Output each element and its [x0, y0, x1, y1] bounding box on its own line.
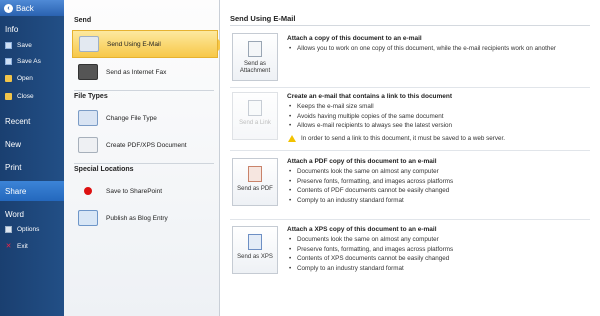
- email-icon: [79, 36, 99, 52]
- nav-save[interactable]: Save: [0, 38, 64, 52]
- pdf-bullet: Comply to an industry standard format: [287, 196, 587, 206]
- file-types-heading: File Types: [74, 93, 108, 100]
- divider: [74, 90, 214, 91]
- file-type-icon: [78, 110, 98, 126]
- nav-share-label: Share: [5, 186, 27, 196]
- save-as-icon: [5, 57, 12, 65]
- xps-heading: Attach a XPS copy of this document to an…: [287, 226, 437, 233]
- nav-open-label: Open: [17, 74, 33, 82]
- send-as-pdf-label: Send as PDF: [237, 186, 273, 192]
- change-file-type-item[interactable]: Change File Type: [72, 104, 218, 132]
- options-icon: [5, 225, 12, 233]
- nav-options[interactable]: Options: [0, 222, 64, 236]
- create-pdf-xps-item[interactable]: Create PDF/XPS Document: [72, 131, 218, 159]
- nav-exit[interactable]: ✕ Exit: [0, 239, 64, 253]
- nav-save-as-label: Save As: [17, 57, 41, 65]
- send-using-email-label: Send Using E-Mail: [107, 40, 161, 48]
- nav-share[interactable]: Share: [0, 181, 64, 201]
- divider: [230, 87, 590, 88]
- warning-icon: [288, 134, 296, 142]
- nav-info-label: Info: [5, 24, 19, 34]
- nav-word-label: Word: [5, 209, 24, 219]
- xps-description: Attach a XPS copy of this document to an…: [287, 226, 587, 273]
- nav-recent-label: Recent: [5, 116, 31, 126]
- link-bullet: Avoids having multiple copies of the sam…: [287, 112, 587, 122]
- send-as-attachment-label: Send as Attachment: [239, 61, 271, 75]
- change-file-type-label: Change File Type: [106, 114, 157, 122]
- save-to-sharepoint-label: Save to SharePoint: [106, 187, 163, 195]
- link-description: Create an e-mail that contains a link to…: [287, 93, 587, 142]
- nav-new-label: New: [5, 139, 22, 149]
- send-using-email-item[interactable]: Send Using E-Mail: [72, 30, 224, 58]
- pdf-xps-icon: [78, 137, 98, 153]
- back-label: Back: [16, 3, 34, 13]
- divider: [230, 150, 590, 151]
- send-heading: Send: [74, 17, 92, 24]
- nav-word[interactable]: Word: [0, 205, 64, 223]
- pdf-description: Attach a PDF copy of this document to an…: [287, 158, 587, 205]
- send-as-attachment-button[interactable]: Send as Attachment: [232, 33, 278, 81]
- nav-close[interactable]: Close: [0, 89, 64, 103]
- panel-title: Send Using E-Mail: [230, 14, 296, 23]
- xps-bullet: Contents of XPS documents cannot be easi…: [287, 254, 587, 264]
- send-a-link-button[interactable]: Send a Link: [232, 92, 278, 140]
- nav-print-label: Print: [5, 162, 22, 172]
- divider: [230, 25, 590, 26]
- nav-close-label: Close: [17, 92, 34, 100]
- pdf-bullet: Documents look the same on almost any co…: [287, 167, 587, 177]
- blog-icon: [78, 210, 98, 226]
- nav-new[interactable]: New: [0, 135, 64, 153]
- attachment-icon: [248, 41, 262, 57]
- send-as-xps-button[interactable]: Send as XPS: [232, 226, 278, 274]
- link-warning-text: In order to send a link to this document…: [301, 134, 506, 142]
- create-pdf-xps-label: Create PDF/XPS Document: [106, 141, 187, 149]
- pdf-icon: [248, 166, 262, 182]
- xps-bullet: Comply to an industry standard format: [287, 264, 587, 274]
- send-as-xps-label: Send as XPS: [237, 254, 273, 260]
- nav-recent[interactable]: Recent: [0, 112, 64, 130]
- publish-blog-label: Publish as Blog Entry: [106, 214, 168, 222]
- email-options-panel: Send Using E-Mail Send as Attachment Att…: [220, 0, 600, 316]
- divider: [230, 219, 590, 220]
- send-as-pdf-button[interactable]: Send as PDF: [232, 158, 278, 206]
- back-button[interactable]: ‹ Back: [0, 0, 64, 16]
- publish-blog-item[interactable]: Publish as Blog Entry: [72, 204, 218, 232]
- nav-save-as[interactable]: Save As: [0, 54, 64, 68]
- send-a-link-label: Send a Link: [239, 120, 271, 126]
- nav-exit-label: Exit: [17, 242, 28, 250]
- open-folder-icon: [5, 74, 12, 82]
- send-internet-fax-label: Send as Internet Fax: [106, 68, 167, 76]
- nav-open[interactable]: Open: [0, 71, 64, 85]
- share-options-panel: Send Send Using E-Mail Send as Internet …: [64, 0, 224, 316]
- fax-icon: [78, 64, 98, 80]
- xps-bullet: Documents look the same on almost any co…: [287, 235, 587, 245]
- link-bullet: Keeps the e-mail size small: [287, 102, 587, 112]
- close-folder-icon: [5, 92, 12, 100]
- sharepoint-icon: [84, 187, 92, 195]
- save-to-sharepoint-item[interactable]: Save to SharePoint: [72, 177, 218, 205]
- link-heading: Create an e-mail that contains a link to…: [287, 93, 453, 100]
- exit-icon: ✕: [5, 242, 12, 250]
- xps-bullet: Preserve fonts, formatting, and images a…: [287, 245, 587, 255]
- link-bullet: Allows e-mail recipients to always see t…: [287, 121, 587, 131]
- nav-options-label: Options: [17, 225, 40, 233]
- pdf-heading: Attach a PDF copy of this document to an…: [287, 158, 437, 165]
- send-internet-fax-item[interactable]: Send as Internet Fax: [72, 58, 218, 86]
- special-locations-heading: Special Locations: [74, 166, 134, 173]
- save-icon: [5, 41, 12, 49]
- attachment-bullet: Allows you to work on one copy of this d…: [287, 44, 587, 54]
- xps-icon: [248, 234, 262, 250]
- attachment-description: Attach a copy of this document to an e-m…: [287, 35, 587, 54]
- pdf-bullet: Preserve fonts, formatting, and images a…: [287, 177, 587, 187]
- link-warning: In order to send a link to this document…: [287, 134, 587, 142]
- link-icon: [248, 100, 262, 116]
- nav-print[interactable]: Print: [0, 158, 64, 176]
- nav-save-label: Save: [17, 41, 32, 49]
- divider: [74, 163, 214, 164]
- nav-info[interactable]: Info: [0, 20, 64, 38]
- backstage-nav: ‹ Back Info Save Save As Open Close Rece…: [0, 0, 64, 316]
- pdf-bullet: Contents of PDF documents cannot be easi…: [287, 186, 587, 196]
- back-arrow-icon: ‹: [4, 3, 13, 13]
- attachment-heading: Attach a copy of this document to an e-m…: [287, 35, 422, 42]
